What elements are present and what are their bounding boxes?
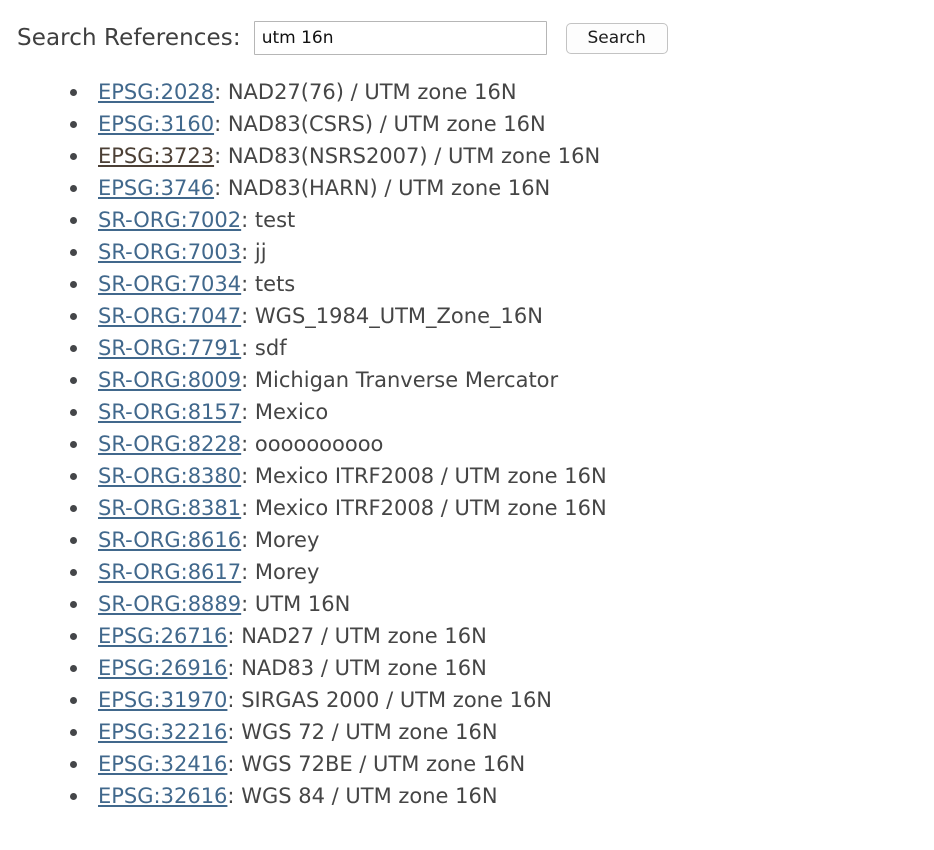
list-item: EPSG:3723: NAD83(NSRS2007) / UTM zone 16… bbox=[0, 140, 934, 172]
result-separator: : bbox=[227, 624, 242, 648]
list-item: SR-ORG:8889: UTM 16N bbox=[0, 588, 934, 620]
list-item: EPSG:32216: WGS 72 / UTM zone 16N bbox=[0, 716, 934, 748]
list-item: SR-ORG:7002: test bbox=[0, 204, 934, 236]
result-name: Morey bbox=[254, 528, 320, 552]
result-separator: : bbox=[214, 144, 228, 168]
result-name: oooooooooo bbox=[254, 432, 384, 456]
result-name: WGS 84 / UTM zone 16N bbox=[241, 784, 498, 808]
list-item: SR-ORG:8380: Mexico ITRF2008 / UTM zone … bbox=[0, 460, 934, 492]
result-code-link[interactable]: SR-ORG:8228 bbox=[98, 432, 241, 456]
list-item: EPSG:26916: NAD83 / UTM zone 16N bbox=[0, 652, 934, 684]
result-separator: : bbox=[241, 464, 255, 488]
result-separator: : bbox=[241, 432, 255, 456]
list-item: SR-ORG:7034: tets bbox=[0, 268, 934, 300]
result-name: sdf bbox=[254, 336, 287, 360]
result-name: Morey bbox=[254, 560, 320, 584]
list-item: EPSG:32416: WGS 72BE / UTM zone 16N bbox=[0, 748, 934, 780]
result-name: jj bbox=[254, 240, 267, 264]
result-code-link[interactable]: SR-ORG:8009 bbox=[98, 368, 241, 392]
list-item: SR-ORG:8157: Mexico bbox=[0, 396, 934, 428]
result-code-link[interactable]: SR-ORG:8889 bbox=[98, 592, 241, 616]
result-name: Mexico ITRF2008 / UTM zone 16N bbox=[254, 496, 607, 520]
result-code-link[interactable]: EPSG:2028 bbox=[98, 80, 214, 104]
search-results-list: EPSG:2028: NAD27(76) / UTM zone 16N EPSG:… bbox=[0, 76, 934, 812]
result-name: NAD27 / UTM zone 16N bbox=[241, 624, 487, 648]
search-input[interactable] bbox=[253, 21, 547, 55]
list-item: EPSG:3746: NAD83(HARN) / UTM zone 16N bbox=[0, 172, 934, 204]
result-separator: : bbox=[241, 528, 255, 552]
search-bar: Search References: Search bbox=[0, 0, 934, 55]
result-name: WGS 72BE / UTM zone 16N bbox=[241, 752, 526, 776]
result-code-link[interactable]: EPSG:3723 bbox=[98, 144, 214, 168]
list-item: SR-ORG:7791: sdf bbox=[0, 332, 934, 364]
result-name: Michigan Tranverse Mercator bbox=[254, 368, 559, 392]
result-separator: : bbox=[241, 400, 255, 424]
result-name: test bbox=[254, 208, 296, 232]
result-separator: : bbox=[214, 176, 228, 200]
result-separator: : bbox=[227, 784, 242, 808]
result-separator: : bbox=[241, 368, 255, 392]
list-item: EPSG:26716: NAD27 / UTM zone 16N bbox=[0, 620, 934, 652]
list-item: SR-ORG:7047: WGS_1984_UTM_Zone_16N bbox=[0, 300, 934, 332]
result-separator: : bbox=[241, 208, 255, 232]
result-code-link[interactable]: SR-ORG:8381 bbox=[98, 496, 241, 520]
list-item: SR-ORG:8381: Mexico ITRF2008 / UTM zone … bbox=[0, 492, 934, 524]
result-code-link[interactable]: EPSG:3160 bbox=[98, 112, 214, 136]
result-separator: : bbox=[214, 80, 228, 104]
result-name: NAD83 / UTM zone 16N bbox=[241, 656, 487, 680]
result-name: NAD83(NSRS2007) / UTM zone 16N bbox=[227, 144, 601, 168]
list-item: EPSG:2028: NAD27(76) / UTM zone 16N bbox=[0, 76, 934, 108]
result-name: NAD27(76) / UTM zone 16N bbox=[227, 80, 517, 104]
list-item: EPSG:31970: SIRGAS 2000 / UTM zone 16N bbox=[0, 684, 934, 716]
search-button[interactable]: Search bbox=[565, 22, 668, 54]
result-code-link[interactable]: EPSG:26716 bbox=[98, 624, 227, 648]
result-code-link[interactable]: EPSG:32616 bbox=[98, 784, 227, 808]
result-name: tets bbox=[254, 272, 296, 296]
result-code-link[interactable]: SR-ORG:7002 bbox=[98, 208, 241, 232]
result-code-link[interactable]: SR-ORG:7047 bbox=[98, 304, 241, 328]
list-item: SR-ORG:7003: jj bbox=[0, 236, 934, 268]
result-name: UTM 16N bbox=[254, 592, 351, 616]
result-name: NAD83(CSRS) / UTM zone 16N bbox=[227, 112, 546, 136]
list-item: SR-ORG:8009: Michigan Tranverse Mercator bbox=[0, 364, 934, 396]
result-code-link[interactable]: SR-ORG:7791 bbox=[98, 336, 241, 360]
list-item: SR-ORG:8616: Morey bbox=[0, 524, 934, 556]
result-code-link[interactable]: SR-ORG:8617 bbox=[98, 560, 241, 584]
result-separator: : bbox=[241, 272, 255, 296]
result-separator: : bbox=[241, 240, 255, 264]
result-name: NAD83(HARN) / UTM zone 16N bbox=[227, 176, 551, 200]
result-separator: : bbox=[227, 656, 242, 680]
result-code-link[interactable]: SR-ORG:7034 bbox=[98, 272, 241, 296]
result-separator: : bbox=[241, 304, 255, 328]
result-name: WGS_1984_UTM_Zone_16N bbox=[254, 304, 543, 328]
result-name: Mexico bbox=[254, 400, 329, 424]
result-code-link[interactable]: EPSG:31970 bbox=[98, 688, 227, 712]
result-name: SIRGAS 2000 / UTM zone 16N bbox=[241, 688, 553, 712]
result-separator: : bbox=[241, 496, 255, 520]
result-code-link[interactable]: SR-ORG:7003 bbox=[98, 240, 241, 264]
search-references-label: Search References: bbox=[17, 25, 241, 51]
result-separator: : bbox=[227, 752, 242, 776]
result-separator: : bbox=[227, 720, 242, 744]
result-separator: : bbox=[241, 560, 255, 584]
result-code-link[interactable]: EPSG:32216 bbox=[98, 720, 227, 744]
list-item: SR-ORG:8228: oooooooooo bbox=[0, 428, 934, 460]
list-item: EPSG:32616: WGS 84 / UTM zone 16N bbox=[0, 780, 934, 812]
result-code-link[interactable]: SR-ORG:8380 bbox=[98, 464, 241, 488]
list-item: SR-ORG:8617: Morey bbox=[0, 556, 934, 588]
result-code-link[interactable]: SR-ORG:8157 bbox=[98, 400, 241, 424]
result-code-link[interactable]: EPSG:3746 bbox=[98, 176, 214, 200]
result-code-link[interactable]: EPSG:32416 bbox=[98, 752, 227, 776]
result-separator: : bbox=[241, 592, 255, 616]
result-name: WGS 72 / UTM zone 16N bbox=[241, 720, 498, 744]
result-separator: : bbox=[214, 112, 228, 136]
result-name: Mexico ITRF2008 / UTM zone 16N bbox=[254, 464, 607, 488]
result-separator: : bbox=[227, 688, 242, 712]
result-separator: : bbox=[241, 336, 255, 360]
list-item: EPSG:3160: NAD83(CSRS) / UTM zone 16N bbox=[0, 108, 934, 140]
result-code-link[interactable]: SR-ORG:8616 bbox=[98, 528, 241, 552]
result-code-link[interactable]: EPSG:26916 bbox=[98, 656, 227, 680]
